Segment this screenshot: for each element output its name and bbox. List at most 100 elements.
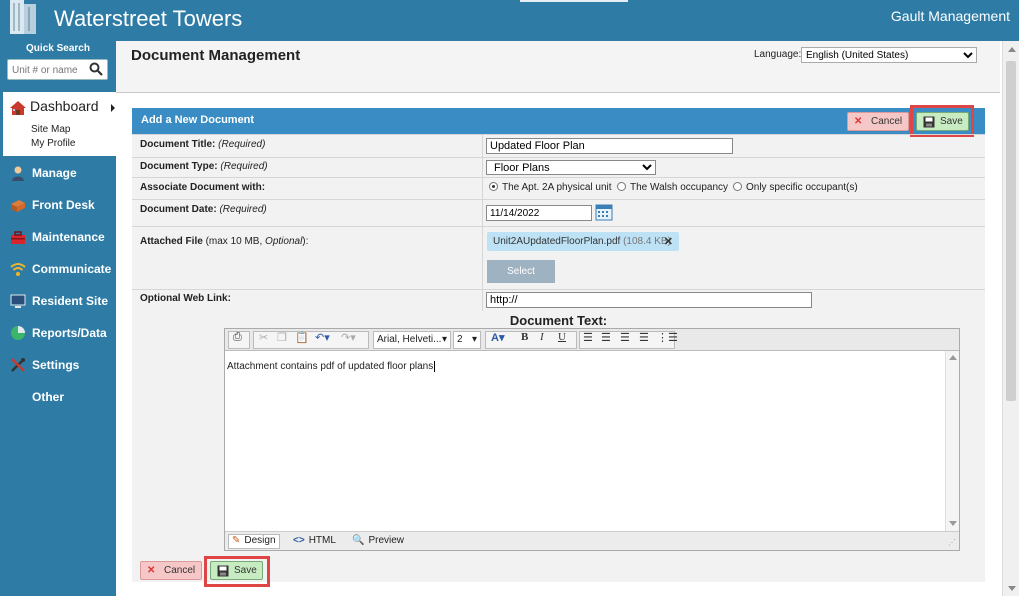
sidebar-item-reports-data[interactable]: Reports/Data bbox=[10, 324, 114, 344]
cut-icon[interactable]: ✂ bbox=[259, 331, 268, 344]
radio-unchecked-icon bbox=[733, 182, 742, 191]
row-document-date: Document Date: (Required) bbox=[132, 199, 985, 226]
associate-label: Associate Document with: bbox=[140, 182, 266, 193]
form-header: Add a New Document ✕ Cancel Save bbox=[132, 108, 985, 134]
align-center-icon[interactable]: ☰ bbox=[601, 331, 611, 344]
sidebar: Quick Search Dashboard Site Map My Profi… bbox=[0, 41, 116, 596]
document-date-input[interactable] bbox=[486, 205, 592, 221]
select-file-button[interactable]: Select bbox=[487, 260, 555, 283]
page-scrollbar[interactable] bbox=[1002, 41, 1019, 596]
font-color-icon[interactable]: A▾ bbox=[491, 331, 504, 344]
remove-file-icon[interactable]: ✕ bbox=[664, 235, 673, 248]
tools-icon bbox=[11, 358, 25, 372]
document-title-input[interactable] bbox=[486, 138, 733, 154]
row-web-link: Optional Web Link: bbox=[132, 289, 985, 311]
date-label: Document Date: bbox=[140, 204, 217, 215]
save-highlight-bottom bbox=[204, 556, 270, 587]
pencil-icon: ✎ bbox=[232, 535, 241, 546]
resize-grip-icon[interactable]: ⋰ bbox=[948, 538, 956, 547]
sidebar-item-manage[interactable]: Manage bbox=[10, 164, 114, 184]
sidebar-item-resident-site[interactable]: Resident Site bbox=[10, 292, 114, 312]
sidebar-item-label: Settings bbox=[32, 358, 80, 372]
justify-icon[interactable]: ☰ bbox=[639, 331, 649, 344]
search-icon[interactable] bbox=[89, 62, 103, 76]
row-document-title: Document Title: (Required) bbox=[132, 134, 985, 157]
copy-icon[interactable]: ❐ bbox=[277, 331, 287, 344]
top-tab-indicator bbox=[520, 0, 628, 2]
cancel-button-top[interactable]: ✕ Cancel bbox=[847, 112, 909, 131]
sidebar-item-label: Manage bbox=[32, 166, 77, 180]
quick-search-box bbox=[7, 59, 108, 80]
type-label: Document Type: bbox=[140, 161, 218, 172]
sidebar-item-dashboard[interactable]: Dashboard Site Map My Profile bbox=[3, 92, 116, 156]
radio-physical-unit[interactable]: The Apt. 2A physical unit bbox=[489, 182, 612, 193]
scroll-thumb[interactable] bbox=[1006, 61, 1016, 401]
main-content: Document Management Language: English (U… bbox=[116, 41, 1019, 596]
calendar-icon[interactable] bbox=[595, 203, 613, 221]
editor-mode-bar: ✎ Design <> HTML 🔍 Preview ⋰ bbox=[225, 531, 959, 550]
sidebar-item-label: Maintenance bbox=[32, 230, 105, 244]
save-highlight-top bbox=[910, 105, 974, 137]
italic-icon[interactable]: I bbox=[540, 331, 544, 343]
align-left-icon[interactable]: ☰ bbox=[583, 331, 593, 344]
scroll-down-icon[interactable] bbox=[1008, 586, 1016, 591]
numbered-list-icon[interactable]: ⋮☰ bbox=[657, 331, 678, 344]
attached-file-chip[interactable]: Unit2AUpdatedFloorPlan.pdf (108.4 KB) ✕ bbox=[487, 232, 679, 251]
sidebar-item-label: Communicate bbox=[32, 262, 112, 276]
scroll-up-icon[interactable] bbox=[949, 355, 957, 360]
rich-text-editor: ⎙ ✂ ❐ 📋 ↶▾ ↷▾ Arial, Helveti... ▾ 2 ▾ A▾ B… bbox=[224, 328, 960, 551]
scroll-up-icon[interactable] bbox=[1008, 47, 1016, 52]
add-document-form: Add a New Document ✕ Cancel Save Documen… bbox=[132, 105, 985, 587]
sidebar-item-label: Reports/Data bbox=[32, 326, 107, 340]
pie-chart-icon bbox=[11, 326, 25, 340]
editor-scrollbar[interactable] bbox=[945, 351, 959, 531]
scroll-down-icon[interactable] bbox=[949, 521, 957, 526]
language-select[interactable]: English (United States) bbox=[801, 47, 977, 63]
mode-design-tab[interactable]: ✎ Design bbox=[228, 534, 280, 549]
app-title: Waterstreet Towers bbox=[54, 6, 243, 31]
page-header: Document Management Language: English (U… bbox=[116, 41, 1000, 93]
cancel-button-bottom[interactable]: ✕ Cancel bbox=[140, 561, 202, 580]
underline-icon[interactable]: U bbox=[558, 331, 566, 343]
close-icon: ✕ bbox=[854, 116, 863, 127]
monitor-icon bbox=[10, 294, 26, 308]
file-name: Unit2AUpdatedFloorPlan.pdf bbox=[493, 236, 621, 247]
magnifier-icon: 🔍 bbox=[352, 535, 365, 546]
sidebar-item-maintenance[interactable]: Maintenance bbox=[10, 228, 114, 248]
sidebar-link-site-map[interactable]: Site Map bbox=[31, 124, 70, 135]
mode-html-tab[interactable]: <> HTML bbox=[293, 535, 336, 546]
close-icon: ✕ bbox=[147, 565, 156, 576]
font-size-select[interactable]: 2 ▾ bbox=[453, 331, 481, 349]
chevron-right-icon bbox=[111, 104, 115, 112]
paste-icon[interactable]: 📋 bbox=[295, 331, 309, 344]
font-family-select[interactable]: Arial, Helveti... ▾ bbox=[373, 331, 451, 349]
radio-walsh-occupancy[interactable]: The Walsh occupancy bbox=[617, 182, 728, 193]
undo-icon[interactable]: ↶▾ bbox=[315, 331, 330, 344]
document-type-select[interactable]: Floor Plans bbox=[486, 160, 656, 175]
top-bar: Waterstreet Towers Gault Management bbox=[0, 0, 1019, 41]
text-cursor bbox=[434, 361, 436, 372]
sidebar-item-label: Resident Site bbox=[32, 294, 109, 308]
sidebar-item-settings[interactable]: Settings bbox=[10, 356, 114, 376]
print-icon[interactable]: ⎙ bbox=[233, 331, 242, 344]
web-link-input[interactable] bbox=[486, 292, 812, 308]
required-note: (Required) bbox=[220, 161, 268, 172]
sidebar-link-my-profile[interactable]: My Profile bbox=[31, 138, 75, 149]
sidebar-item-front-desk[interactable]: Front Desk bbox=[10, 196, 114, 216]
mode-preview-tab[interactable]: 🔍 Preview bbox=[352, 535, 404, 546]
required-note: (Required) bbox=[219, 204, 267, 215]
row-associate: Associate Document with: The Apt. 2A phy… bbox=[132, 177, 985, 199]
file-label: Attached File bbox=[140, 236, 203, 247]
sidebar-item-communicate[interactable]: Communicate bbox=[10, 260, 114, 280]
radio-specific-occupants[interactable]: Only specific occupant(s) bbox=[733, 182, 858, 193]
sidebar-item-other[interactable]: Other bbox=[10, 388, 114, 408]
quick-search-input[interactable] bbox=[12, 63, 87, 77]
package-icon bbox=[11, 200, 25, 212]
align-right-icon[interactable]: ☰ bbox=[620, 331, 630, 344]
company-name: Gault Management bbox=[890, 8, 1010, 24]
editor-content[interactable]: Attachment contains pdf of updated floor… bbox=[225, 351, 945, 531]
bold-icon[interactable]: B bbox=[521, 331, 528, 343]
quick-search-label: Quick Search bbox=[26, 43, 90, 54]
redo-icon[interactable]: ↷▾ bbox=[341, 331, 356, 344]
web-link-label: Optional Web Link: bbox=[140, 293, 231, 304]
